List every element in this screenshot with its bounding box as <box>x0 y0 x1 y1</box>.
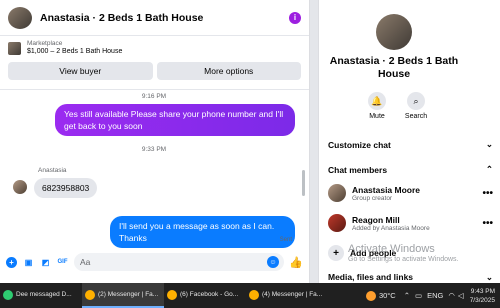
watermark-title: Activate Windows <box>348 243 435 255</box>
taskbar-item-label: (4) Messenger | Fa... <box>262 291 323 298</box>
outgoing-message[interactable]: I'll send you a message as soon as I can… <box>110 216 295 248</box>
taskbar-item[interactable]: Dee messaged D... <box>0 283 82 308</box>
timestamp: 9:16 PM <box>141 93 167 100</box>
member-role: Group creator <box>352 194 393 202</box>
chat-avatar-large[interactable] <box>376 14 412 50</box>
search-label: Search <box>404 113 428 120</box>
message-input[interactable]: Aa ☺ <box>74 253 284 271</box>
add-person-icon: + <box>328 245 344 261</box>
view-buyer-button[interactable]: View buyer <box>8 62 153 80</box>
gif-icon[interactable]: GIF <box>57 257 68 268</box>
sender-avatar[interactable] <box>13 180 27 194</box>
activate-windows-watermark: Activate Windows Go to Settings to activ… <box>348 243 459 263</box>
emoji-icon[interactable]: ☺ <box>267 256 279 268</box>
chat-header: Anastasia · 2 Beds 1 Bath House i <box>0 0 309 36</box>
taskbar-item-label: Dee messaged D... <box>16 291 72 298</box>
chat-title[interactable]: Anastasia · 2 Beds 1 Bath House <box>40 12 289 24</box>
taskbar-item[interactable]: (6) Facebook - Go... <box>164 283 246 308</box>
sent-status: Sent <box>279 237 292 243</box>
composer: + ▣ ◩ GIF Aa ☺ 👍 <box>0 250 308 274</box>
member-role: Added by Anastasia Moore <box>352 224 430 232</box>
customize-chat-section[interactable]: Customize chat ⌄ <box>328 139 493 150</box>
temperature[interactable]: 30°C <box>379 291 396 300</box>
chrome-icon <box>249 289 259 300</box>
member-name: Reagon Mill <box>352 214 400 225</box>
bell-icon: 🔔 <box>368 92 386 110</box>
marketplace-listing: Marketplace $1,000 – 2 Beds 1 Bath House… <box>0 36 309 90</box>
listing-price[interactable]: $1,000 – 2 Beds 1 Bath House <box>27 48 122 55</box>
language-indicator[interactable]: ENG <box>427 291 443 300</box>
image-icon[interactable]: ▣ <box>23 257 34 268</box>
member-row[interactable]: Reagon Mill Added by Anastasia Moore ••• <box>328 214 493 232</box>
chat-panel: Anastasia · 2 Beds 1 Bath House i Market… <box>0 0 310 283</box>
more-icon[interactable]: ••• <box>482 218 493 229</box>
chat-info-panel: Anastasia · 2 Beds 1 Bath House 🔔 Mute ⌕… <box>318 0 500 283</box>
chevron-up-icon[interactable]: ⌃ <box>404 291 410 300</box>
chevron-down-icon: ⌄ <box>485 272 493 282</box>
taskbar-item-label: (2) Messenger | Fa... <box>98 291 159 298</box>
more-icon[interactable]: ••• <box>482 188 493 199</box>
chevron-down-icon: ⌄ <box>485 139 493 149</box>
chat-avatar[interactable] <box>8 6 32 29</box>
volume-icon[interactable]: ◁ <box>458 291 464 300</box>
member-name: Anastasia Moore <box>352 184 421 195</box>
sticker-icon[interactable]: ◩ <box>40 257 51 268</box>
message-thread: 9:16 PM Yes still available Please share… <box>0 92 308 248</box>
chat-members-label: Chat members <box>328 164 388 175</box>
outgoing-message[interactable]: Yes still available Please share your ph… <box>55 104 295 136</box>
chrome-icon <box>167 289 177 300</box>
media-files-links-section[interactable]: Media, files and links ⌄ <box>328 272 493 283</box>
plus-icon[interactable]: + <box>6 256 17 268</box>
watermark-subtitle: Go to Settings to activate Windows. <box>348 256 459 263</box>
member-avatar <box>328 214 346 232</box>
system-tray: 30°C ⌃ ▭ ENG ◠ ◁ 9:43 PM 7/3/2025 <box>365 283 500 308</box>
info-icon[interactable]: i <box>289 11 301 24</box>
search-button[interactable]: ⌕ Search <box>401 92 431 120</box>
timestamp: 9:33 PM <box>141 146 167 153</box>
chrome-icon <box>85 289 95 300</box>
incoming-message[interactable]: 6823958803 <box>34 178 98 198</box>
mute-label: Mute <box>369 113 385 120</box>
taskbar-item-label: (6) Facebook - Go... <box>180 291 239 298</box>
scrollbar[interactable] <box>302 170 305 196</box>
network-icon[interactable]: ▭ <box>415 291 422 300</box>
customize-chat-label: Customize chat <box>328 139 391 150</box>
search-icon: ⌕ <box>407 92 425 110</box>
media-label: Media, files and links <box>328 272 414 282</box>
clock-date: 7/3/2025 <box>469 296 495 304</box>
more-options-button[interactable]: More options <box>156 62 301 80</box>
chat-members-section[interactable]: Chat members ⌃ <box>328 164 493 175</box>
listing-thumbnail[interactable] <box>8 42 21 55</box>
input-placeholder: Aa <box>80 257 91 267</box>
wifi-icon[interactable]: ◠ <box>448 291 455 300</box>
member-row[interactable]: Anastasia Moore Group creator ••• <box>328 184 493 202</box>
app-icon <box>3 289 13 300</box>
thumbs-up-icon[interactable]: 👍 <box>289 256 303 269</box>
taskbar-item[interactable]: (2) Messenger | Fa... <box>82 283 164 308</box>
member-avatar <box>328 184 346 202</box>
taskbar-item[interactable]: (4) Messenger | Fa... <box>246 283 328 308</box>
clock-time: 9:43 PM <box>470 287 495 295</box>
weather-icon[interactable] <box>365 290 376 301</box>
info-title: Anastasia · 2 Beds 1 Bath House <box>329 55 459 80</box>
chevron-up-icon: ⌃ <box>485 164 493 174</box>
clock[interactable]: 9:43 PM 7/3/2025 <box>470 287 495 305</box>
mute-button[interactable]: 🔔 Mute <box>362 92 392 120</box>
sender-name: Anastasia <box>38 167 67 174</box>
taskbar: Dee messaged D... (2) Messenger | Fa... … <box>0 283 500 308</box>
marketplace-label: Marketplace <box>27 40 63 47</box>
